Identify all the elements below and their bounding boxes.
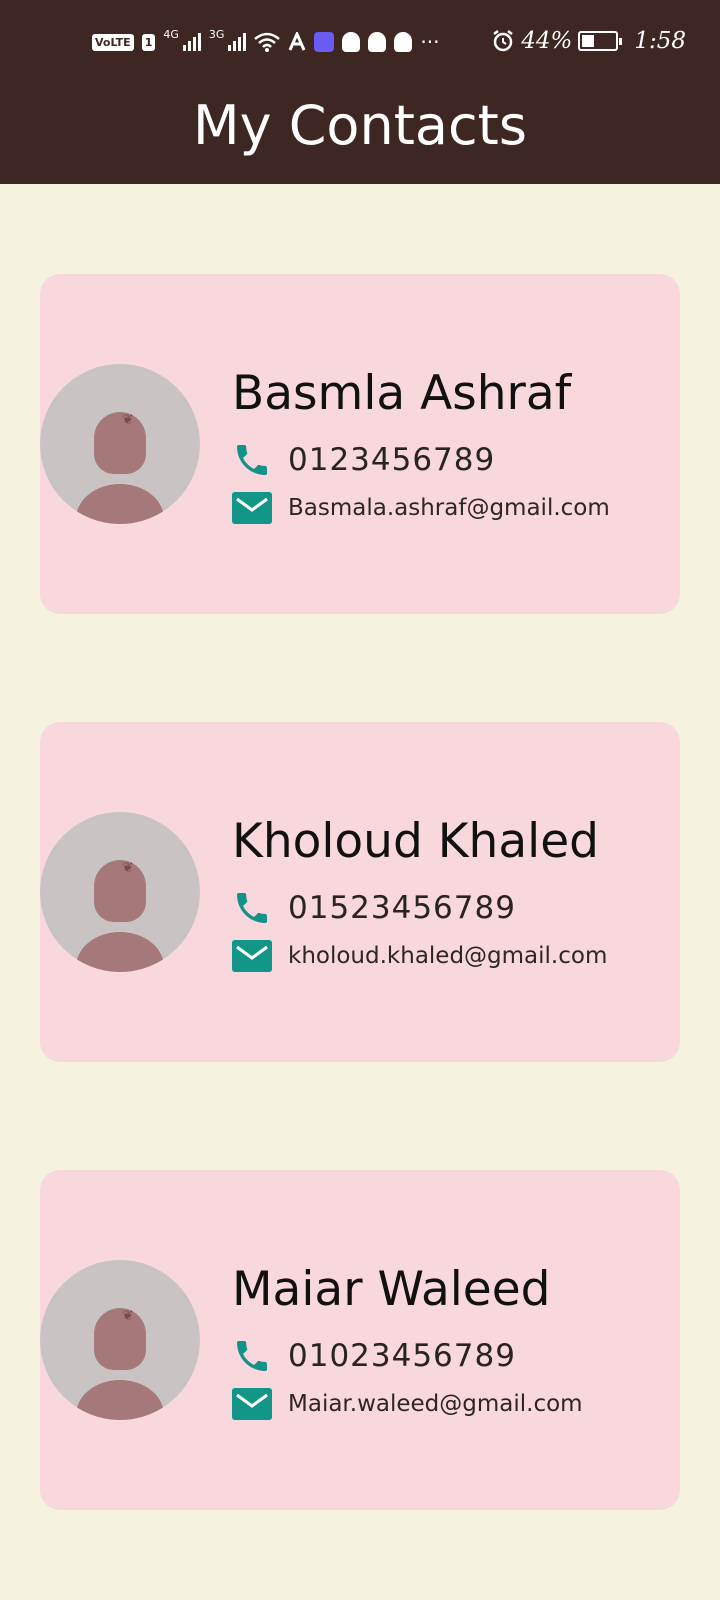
avatar-body	[76, 932, 164, 972]
contact-name: Maiar Waleed	[232, 1262, 551, 1317]
email-row[interactable]: Maiar.waleed@gmail.com	[232, 1388, 583, 1420]
status-bar: VoLTE 1 4G 3G ··· 44% 1:58	[0, 28, 720, 64]
sim-badge: 1	[141, 33, 156, 51]
avatar: ❦	[40, 812, 200, 972]
volte-badge: VoLTE	[92, 33, 134, 51]
avatar-body	[76, 484, 164, 524]
butterfly-icon: ❦	[122, 412, 134, 428]
page-title: My Contacts	[193, 94, 527, 157]
app-a-icon	[289, 32, 306, 51]
avatar-head	[94, 412, 146, 474]
phone-number: 0123456789	[288, 442, 496, 478]
contact-card[interactable]: ❦ Basmla Ashraf 0123456789 Basmala.ashra…	[40, 274, 680, 614]
alarm-icon	[493, 30, 513, 52]
mail-icon	[232, 940, 272, 972]
network-type-1: 4G	[163, 27, 179, 41]
phone-number: 01023456789	[288, 1338, 516, 1374]
phone-icon	[237, 1341, 267, 1371]
mail-icon	[232, 492, 272, 524]
phone-row[interactable]: 01023456789	[232, 1336, 516, 1376]
avatar-head	[94, 1308, 146, 1370]
avatar: ❦	[40, 1260, 200, 1420]
phone-row[interactable]: 0123456789	[232, 440, 495, 480]
clock: 1:58	[634, 28, 686, 54]
status-left: VoLTE 1 4G 3G ···	[92, 27, 440, 54]
signal-icon-2	[228, 33, 247, 51]
email-row[interactable]: kholoud.khaled@gmail.com	[232, 940, 607, 972]
phone-number: 01523456789	[288, 890, 516, 926]
avatar-head	[94, 860, 146, 922]
contact-card[interactable]: ❦ Kholoud Khaled 01523456789 kholoud.kha…	[40, 722, 680, 1062]
snapchat-icon	[394, 32, 413, 52]
phone-row[interactable]: 01523456789	[232, 888, 516, 928]
app-bar: VoLTE 1 4G 3G ··· 44% 1:58 My Contacts	[0, 0, 720, 184]
signal-icon	[182, 33, 201, 51]
contact-name: Basmla Ashraf	[232, 366, 572, 421]
more-notifications-icon: ···	[420, 30, 440, 54]
email-address: Basmala.ashraf@gmail.com	[288, 495, 610, 521]
battery-fill	[582, 35, 595, 47]
avatar-body	[76, 1380, 164, 1420]
network-type-2: 3G	[208, 27, 225, 41]
app-list-icon	[314, 32, 335, 52]
contact-card[interactable]: ❦ Maiar Waleed 01023456789 Maiar.waleed@…	[40, 1170, 680, 1510]
email-address: Maiar.waleed@gmail.com	[288, 1391, 583, 1417]
butterfly-icon: ❦	[122, 860, 134, 876]
wifi-icon	[254, 32, 281, 52]
snapchat-icon	[368, 32, 387, 52]
butterfly-icon: ❦	[122, 1308, 134, 1324]
phone-icon	[237, 445, 267, 475]
phone-icon	[237, 893, 267, 923]
battery-percent: 44%	[521, 28, 573, 54]
snapchat-icon	[342, 32, 361, 52]
email-address: kholoud.khaled@gmail.com	[288, 943, 608, 969]
battery-icon	[578, 31, 623, 51]
avatar: ❦	[40, 364, 200, 524]
contact-name: Kholoud Khaled	[232, 814, 599, 869]
status-right: 44% 1:58	[491, 28, 686, 54]
email-row[interactable]: Basmala.ashraf@gmail.com	[232, 492, 610, 524]
mail-icon	[232, 1388, 272, 1420]
